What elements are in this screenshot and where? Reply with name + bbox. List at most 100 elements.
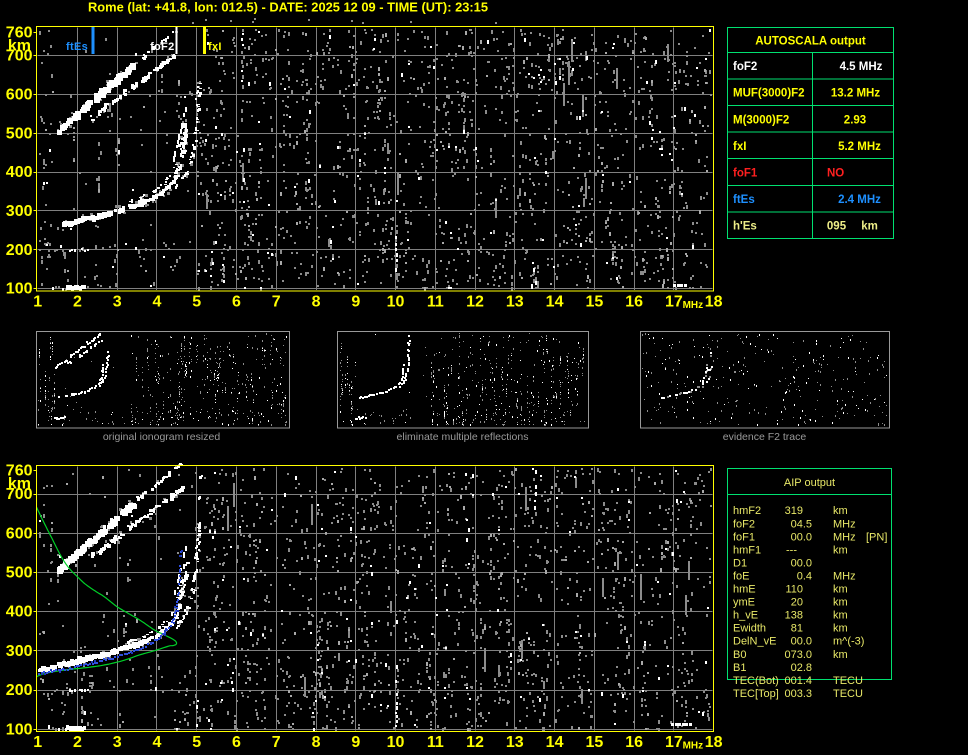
svg-text:16: 16 <box>625 734 643 751</box>
svg-text:1: 1 <box>33 294 42 311</box>
svg-text:5.2 MHz: 5.2 MHz <box>838 141 881 153</box>
svg-text:hmF2: hmF2 <box>733 505 761 517</box>
svg-text:AIP output: AIP output <box>784 477 835 489</box>
svg-text:14: 14 <box>546 294 564 311</box>
svg-text:foE: foE <box>733 570 750 582</box>
svg-text:17: 17 <box>665 734 683 751</box>
svg-text:2.93: 2.93 <box>844 114 866 126</box>
svg-text:6: 6 <box>232 294 241 311</box>
svg-text:138: 138 <box>785 610 803 622</box>
svg-text:MHz: MHz <box>833 570 856 582</box>
svg-text:600: 600 <box>6 86 33 103</box>
svg-text:00.0: 00.0 <box>791 636 812 648</box>
svg-text:12: 12 <box>466 734 484 751</box>
svg-text:foF2: foF2 <box>733 61 757 73</box>
svg-text:0.4: 0.4 <box>797 570 812 582</box>
svg-text:DelN_vE: DelN_vE <box>733 636 776 648</box>
svg-text:ymE: ymE <box>733 597 755 609</box>
svg-text:001.4: 001.4 <box>784 675 812 687</box>
svg-text:5: 5 <box>192 294 201 311</box>
svg-text:500: 500 <box>6 565 33 582</box>
svg-text:foF1: foF1 <box>733 531 755 543</box>
svg-text:9: 9 <box>351 294 360 311</box>
svg-text:km: km <box>833 623 848 635</box>
svg-text:200: 200 <box>6 242 33 259</box>
svg-text:11: 11 <box>427 734 444 751</box>
svg-text:100: 100 <box>6 281 33 298</box>
svg-text:02.8: 02.8 <box>791 662 812 674</box>
svg-text:Rome (lat: +41.8, lon: 012.5): Rome (lat: +41.8, lon: 012.5) - DATE: 20… <box>88 0 488 15</box>
svg-text:13: 13 <box>506 294 524 311</box>
svg-text:20: 20 <box>791 597 803 609</box>
svg-text:h_vE: h_vE <box>733 610 758 622</box>
svg-text:400: 400 <box>6 164 33 181</box>
svg-text:16: 16 <box>625 294 643 311</box>
svg-text:5: 5 <box>192 734 201 751</box>
svg-text:095: 095 <box>827 221 847 233</box>
svg-text:4: 4 <box>153 734 162 751</box>
svg-text:m^(-3): m^(-3) <box>833 636 864 648</box>
svg-text:300: 300 <box>6 643 33 660</box>
svg-text:MHz: MHz <box>833 518 856 530</box>
svg-text:km: km <box>861 221 878 233</box>
svg-text:2: 2 <box>73 294 82 311</box>
svg-text:original ionogram resized: original ionogram resized <box>103 431 220 443</box>
svg-text:km: km <box>833 649 848 661</box>
svg-text:15: 15 <box>585 294 603 311</box>
svg-text:hmF1: hmF1 <box>733 544 761 556</box>
svg-text:fxI: fxI <box>733 141 746 153</box>
svg-text:600: 600 <box>6 525 33 542</box>
svg-text:M(3000)F2: M(3000)F2 <box>733 114 789 126</box>
svg-text:MHz: MHz <box>683 300 704 311</box>
svg-text:110: 110 <box>785 584 803 596</box>
svg-text:00.0: 00.0 <box>791 531 812 543</box>
svg-text:1: 1 <box>33 734 42 751</box>
svg-text:500: 500 <box>6 125 33 142</box>
svg-text:10: 10 <box>387 734 405 751</box>
svg-text:km: km <box>833 544 848 556</box>
svg-text:2: 2 <box>73 734 82 751</box>
svg-text:10: 10 <box>387 294 405 311</box>
svg-text:km: km <box>833 505 848 517</box>
svg-text:4: 4 <box>153 294 162 311</box>
svg-text:073.0: 073.0 <box>784 649 812 661</box>
svg-text:km: km <box>833 610 848 622</box>
svg-text:Ewidth: Ewidth <box>733 623 766 635</box>
svg-text:200: 200 <box>6 682 33 699</box>
svg-text:foF1: foF1 <box>733 168 758 180</box>
svg-text:9: 9 <box>351 734 360 751</box>
svg-text:319: 319 <box>785 505 803 517</box>
svg-text:---: --- <box>786 544 797 556</box>
svg-text:00.0: 00.0 <box>791 557 812 569</box>
svg-text:B0: B0 <box>733 649 746 661</box>
svg-text:15: 15 <box>585 734 603 751</box>
svg-text:TECU: TECU <box>833 675 863 687</box>
svg-text:2.4 MHz: 2.4 MHz <box>838 194 881 206</box>
svg-text:hmE: hmE <box>733 584 756 596</box>
svg-text:evidence F2 trace: evidence F2 trace <box>723 431 807 443</box>
svg-text:TECU: TECU <box>833 688 863 700</box>
svg-text:[PN]: [PN] <box>866 531 887 543</box>
svg-text:12: 12 <box>466 294 484 311</box>
svg-text:km: km <box>833 584 848 596</box>
svg-text:MHz: MHz <box>683 741 704 752</box>
svg-text:NO: NO <box>827 168 844 180</box>
svg-text:100: 100 <box>6 721 33 738</box>
svg-text:AUTOSCALA output: AUTOSCALA output <box>755 35 866 47</box>
svg-text:400: 400 <box>6 604 33 621</box>
svg-text:13.2 MHz: 13.2 MHz <box>831 88 880 100</box>
svg-text:3: 3 <box>113 294 122 311</box>
svg-text:MUF(3000)F2: MUF(3000)F2 <box>733 88 805 100</box>
svg-text:8: 8 <box>312 734 321 751</box>
svg-text:6: 6 <box>232 734 241 751</box>
svg-text:ftEs: ftEs <box>66 41 88 53</box>
svg-text:18: 18 <box>705 734 723 751</box>
svg-text:8: 8 <box>312 294 321 311</box>
svg-text:003.3: 003.3 <box>784 688 812 700</box>
svg-text:4.5 MHz: 4.5 MHz <box>840 61 883 73</box>
svg-text:B1: B1 <box>733 662 746 674</box>
svg-text:18: 18 <box>705 294 723 311</box>
svg-text:D1: D1 <box>733 557 747 569</box>
svg-text:17: 17 <box>665 294 683 311</box>
svg-text:km: km <box>8 37 31 54</box>
